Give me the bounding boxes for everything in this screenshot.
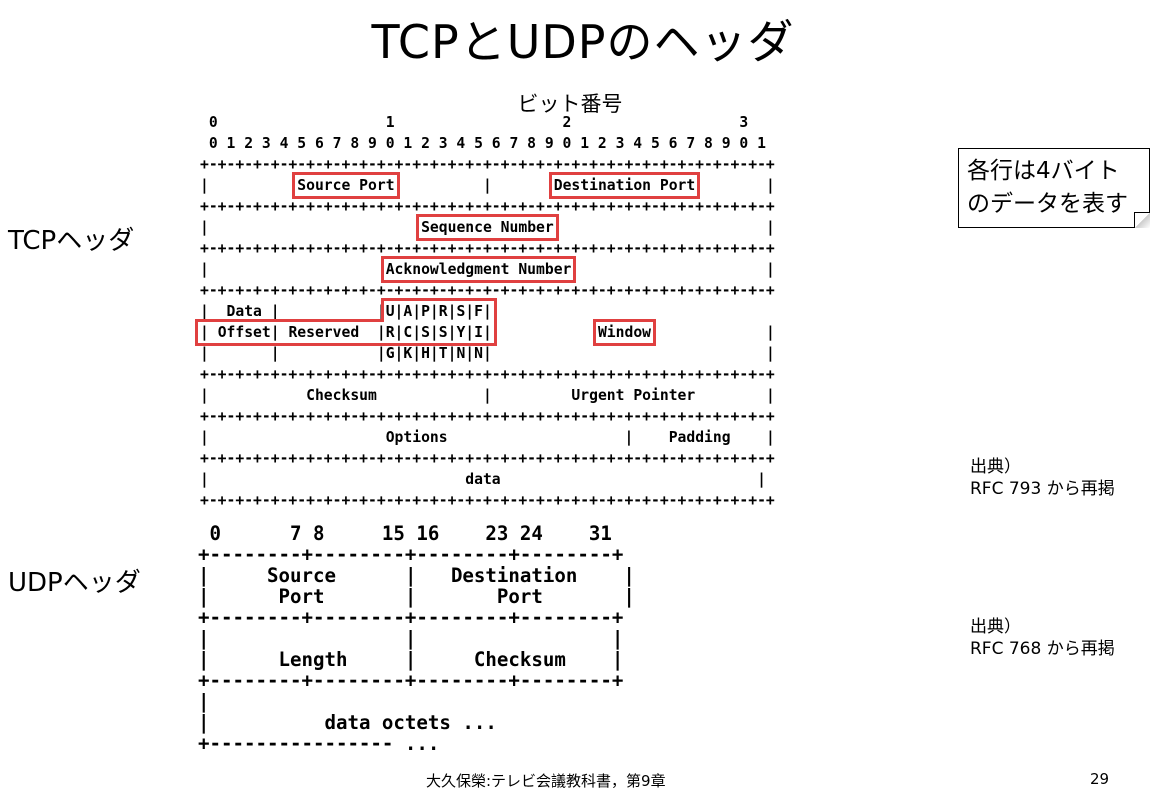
udp-citation-line-2: RFC 768 から再掲 xyxy=(970,639,1115,659)
sequence-number-field: Sequence Number xyxy=(416,214,559,241)
bit-ones-row: 0 1 2 3 4 5 6 7 8 9 0 1 2 3 4 5 6 7 8 9 … xyxy=(208,135,766,152)
callout-line-2: のデータを表す xyxy=(967,191,1128,217)
flags-row-2: R|C|S|S|Y|I xyxy=(385,324,483,341)
callout-box: 各行は4バイト のデータを表す xyxy=(958,148,1150,228)
udp-data-octets: data octets ... xyxy=(324,711,497,734)
acknowledgment-number-field: Acknowledgment Number xyxy=(380,256,577,283)
footer-citation: 大久保榮:テレビ会議教科書，第9章 xyxy=(426,772,666,790)
source-port-field: Source Port xyxy=(292,172,400,199)
data-offset-label-2: Offset xyxy=(217,324,271,341)
options-field: Options xyxy=(385,429,448,446)
tcp-citation-line-1: 出典） xyxy=(970,457,1021,477)
udp-destination-port-1: Destination xyxy=(450,564,578,587)
tcp-citation-line-2: RFC 793 から再掲 xyxy=(970,479,1115,499)
bit-tens-row: 0 1 2 3 xyxy=(208,114,749,131)
udp-source-port-1: Source xyxy=(266,564,336,587)
urgent-pointer-field: Urgent Pointer xyxy=(571,387,696,404)
destination-port-field: Destination Port xyxy=(548,172,701,199)
data-offset-label-1: Data xyxy=(226,303,262,320)
slide-title: TCPとUDPのヘッダ xyxy=(371,15,795,69)
udp-checksum-field: Checksum xyxy=(473,648,566,671)
udp-source-port-2: Port xyxy=(278,585,325,608)
reserved-field: Reserved xyxy=(288,324,360,341)
udp-destination-port-2: Port xyxy=(496,585,543,608)
padding-field: Padding xyxy=(668,429,731,446)
window-field: Window xyxy=(592,319,657,346)
callout-folded-corner xyxy=(1134,212,1150,228)
udp-header-label: UDPヘッダ xyxy=(8,568,141,598)
udp-header-diagram: 0 7 8 15 16 23 24 31 +--------+--------+… xyxy=(198,523,635,754)
flags-row-1: U|A|P|R|S|F xyxy=(385,303,483,320)
data-field: data xyxy=(465,471,501,488)
tcp-header-diagram: 0 1 2 3 0 1 2 3 4 5 6 7 8 9 0 1 2 3 4 5 … xyxy=(195,112,775,511)
tcp-citation: 出典） RFC 793 から再掲 xyxy=(970,456,1115,500)
udp-diagram-text: 0 7 8 15 16 23 24 31 +--------+--------+… xyxy=(198,522,635,755)
tcp-header-label: TCPヘッダ xyxy=(8,226,135,256)
udp-bit-positions: 0 7 8 15 16 23 24 31 xyxy=(209,522,612,545)
page-number: 29 xyxy=(1090,770,1110,788)
udp-citation: 出典） RFC 768 から再掲 xyxy=(970,616,1115,660)
flags-row-3: G|K|H|T|N|N xyxy=(385,345,483,362)
callout-line-1: 各行は4バイト xyxy=(967,158,1120,184)
udp-citation-line-1: 出典） xyxy=(970,617,1021,637)
checksum-field: Checksum xyxy=(306,387,377,404)
udp-length-field: Length xyxy=(278,648,348,671)
tcp-diagram-text: 0 1 2 3 0 1 2 3 4 5 6 7 8 9 0 1 2 3 4 5 … xyxy=(195,114,775,509)
udp-trailing-ellipsis: ... xyxy=(404,732,440,755)
